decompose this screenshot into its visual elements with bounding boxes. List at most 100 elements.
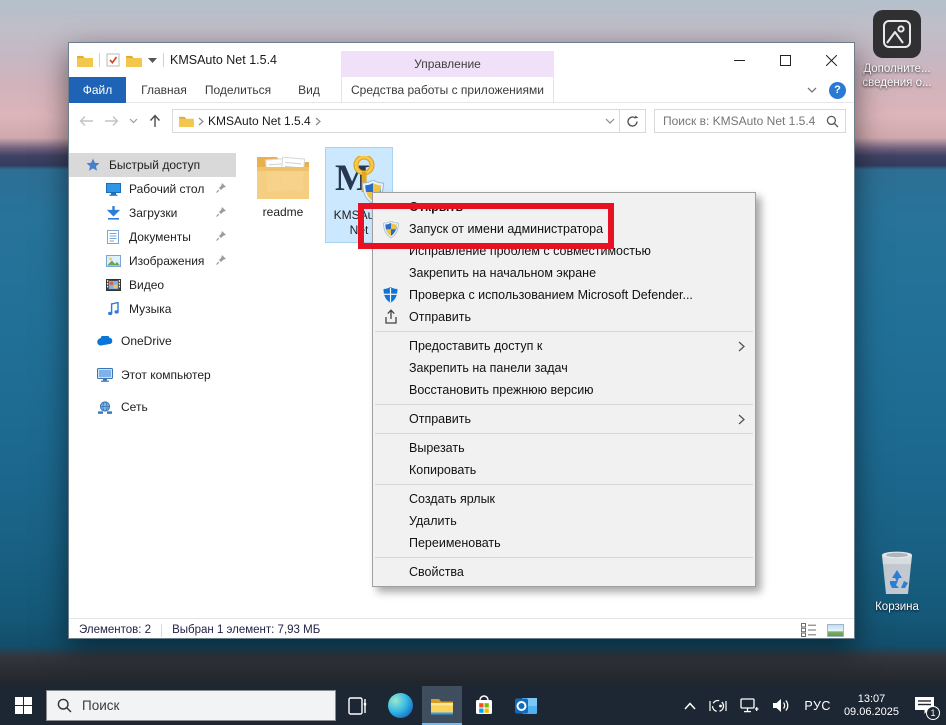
windows-logo-icon [15, 697, 32, 714]
quick-access-toolbar [69, 53, 164, 67]
sidebar-item-music[interactable]: Музыка [69, 297, 236, 321]
window-controls [716, 43, 854, 77]
tab-share[interactable]: Поделиться [199, 77, 277, 103]
forward-button-icon[interactable] [104, 115, 119, 127]
desktop-icon-label: сведения о... [852, 76, 942, 90]
action-center-button[interactable]: 1 [912, 694, 936, 718]
sidebar-item-network[interactable]: Сеть [69, 395, 236, 419]
desktop-icon-recycle-bin[interactable]: Корзина [852, 548, 942, 614]
up-button-icon[interactable] [148, 114, 162, 128]
start-button[interactable] [0, 686, 46, 725]
menu-item-give-access[interactable]: Предоставить доступ к [373, 335, 755, 357]
menu-item-restore-previous-version[interactable]: Восстановить прежнюю версию [373, 379, 755, 401]
menu-item-pin-to-taskbar[interactable]: Закрепить на панели задач [373, 357, 755, 379]
file-readme[interactable]: readme [249, 147, 317, 220]
file-name: readme [249, 205, 317, 220]
folder-icon [249, 147, 317, 201]
help-button[interactable]: ? [829, 82, 846, 99]
collapse-ribbon-chevron-icon[interactable] [807, 87, 817, 93]
customize-qat-chevron-icon[interactable] [148, 58, 157, 63]
time: 13:07 [844, 693, 899, 706]
new-folder-icon[interactable] [126, 54, 142, 67]
edge-icon [388, 693, 413, 718]
breadcrumb[interactable]: KMSAuto Net 1.5.4 [208, 114, 311, 128]
menu-item-scan-with-defender[interactable]: Проверка с использованием Microsoft Defe… [373, 284, 755, 306]
refresh-button[interactable] [620, 109, 646, 133]
tab-home[interactable]: Главная [134, 77, 194, 103]
tray-cast-icon[interactable] [709, 698, 727, 714]
menu-item-rename[interactable]: Переименовать [373, 532, 755, 554]
search-icon[interactable] [826, 115, 839, 128]
tab-app-tools[interactable]: Средства работы с приложениями [341, 77, 554, 103]
search-icon [57, 698, 72, 713]
close-button[interactable] [808, 43, 854, 77]
tray-expand-chevron-icon[interactable] [684, 702, 696, 710]
address-bar[interactable]: KMSAuto Net 1.5.4 [172, 109, 620, 133]
menu-item-share[interactable]: Отправить [373, 306, 755, 328]
tab-file[interactable]: Файл [69, 77, 126, 103]
taskbar-search-placeholder: Поиск [82, 698, 119, 713]
sidebar-item-label: Документы [129, 230, 191, 244]
menu-separator [375, 433, 753, 434]
language-indicator[interactable]: РУС [804, 699, 831, 713]
explorer-folder-icon [77, 54, 93, 67]
network-icon[interactable] [740, 698, 759, 713]
outlook-icon [514, 695, 538, 717]
sidebar-item-downloads[interactable]: Загрузки [69, 201, 236, 225]
menu-item-delete[interactable]: Удалить [373, 510, 755, 532]
sidebar-item-desktop[interactable]: Рабочий стол [69, 177, 236, 201]
menu-separator [375, 484, 753, 485]
menu-item-copy[interactable]: Копировать [373, 459, 755, 481]
clock[interactable]: 13:07 09.06.2025 [844, 693, 899, 719]
sidebar-item-quick-access[interactable]: Быстрый доступ [69, 153, 236, 177]
menu-item-send-to[interactable]: Отправить [373, 408, 755, 430]
breadcrumb-chevron-icon[interactable] [198, 117, 204, 126]
menu-item-pin-to-start[interactable]: Закрепить на начальном экране [373, 262, 755, 284]
navigation-pane: Быстрый доступ Рабочий стол Загрузки [69, 139, 236, 618]
back-button-icon[interactable] [79, 115, 94, 127]
desktop-icon [105, 181, 121, 197]
sidebar-item-onedrive[interactable]: OneDrive [69, 329, 236, 353]
menu-item-properties[interactable]: Свойства [373, 561, 755, 583]
task-view-button[interactable] [338, 686, 378, 725]
minimize-button[interactable] [716, 43, 762, 77]
submenu-chevron-icon [738, 341, 745, 352]
maximize-button[interactable] [762, 43, 808, 77]
address-bar-row: KMSAuto Net 1.5.4 Поиск в: KMSAut [69, 103, 854, 139]
sidebar-item-documents[interactable]: Документы [69, 225, 236, 249]
window-title: KMSAuto Net 1.5.4 [170, 53, 277, 67]
pin-icon [216, 230, 226, 244]
large-icons-view-icon[interactable] [827, 624, 844, 637]
properties-icon[interactable] [106, 53, 120, 67]
divider [161, 624, 162, 637]
taskbar-search-box[interactable]: Поиск [46, 690, 336, 721]
divider [163, 53, 164, 67]
selection-info: Выбран 1 элемент: 7,93 МБ [172, 624, 320, 636]
menu-item-create-shortcut[interactable]: Создать ярлык [373, 488, 755, 510]
downloads-icon [105, 205, 121, 221]
taskbar-edge-button[interactable] [380, 686, 420, 725]
quick-access-star-icon [85, 157, 101, 173]
menu-item-cut[interactable]: Вырезать [373, 437, 755, 459]
microsoft-store-icon [473, 695, 495, 717]
address-dropdown-chevron-icon[interactable] [605, 118, 615, 124]
taskbar-explorer-button[interactable] [422, 686, 462, 725]
desktop-icon-additional-info[interactable]: Дополните... сведения о... [852, 10, 942, 90]
date: 09.06.2025 [844, 706, 899, 719]
desktop-icon-label: Дополните... [852, 62, 942, 76]
search-box[interactable]: Поиск в: KMSAuto Net 1.5.4 [654, 109, 846, 133]
sidebar-item-videos[interactable]: Видео [69, 273, 236, 297]
sidebar-item-pictures[interactable]: Изображения [69, 249, 236, 273]
sidebar-item-label: Видео [129, 278, 164, 292]
details-view-icon[interactable] [801, 623, 817, 637]
taskbar-outlook-button[interactable] [506, 686, 546, 725]
recent-locations-chevron-icon[interactable] [129, 118, 138, 124]
photo-app-icon [873, 10, 921, 58]
sidebar-item-this-pc[interactable]: Этот компьютер [69, 363, 236, 387]
breadcrumb-chevron-icon[interactable] [315, 117, 321, 126]
tab-view[interactable]: Вид [283, 77, 335, 103]
volume-icon[interactable] [772, 698, 791, 713]
menu-separator [375, 331, 753, 332]
taskbar-store-button[interactable] [464, 686, 504, 725]
sidebar-item-label: Быстрый доступ [109, 158, 200, 172]
